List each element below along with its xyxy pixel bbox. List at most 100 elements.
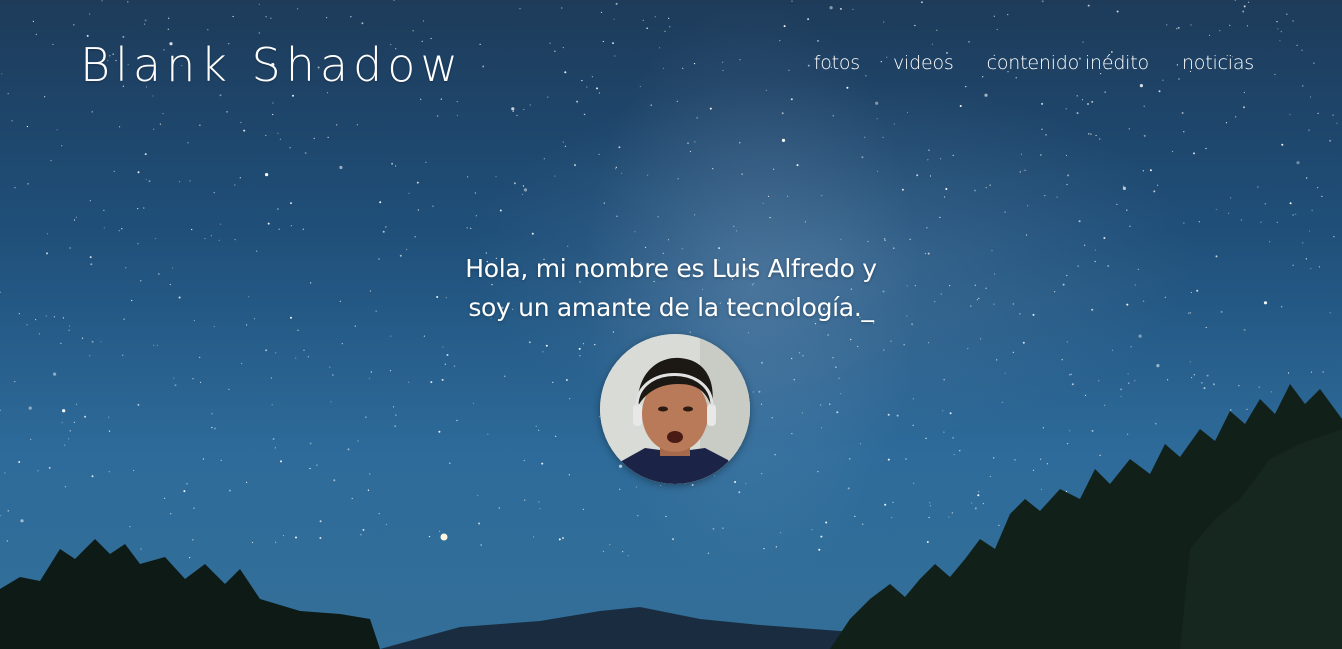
star — [524, 499, 526, 501]
star — [1098, 380, 1100, 382]
star — [75, 216, 77, 218]
star — [712, 527, 715, 530]
star — [1234, 0, 1236, 1]
star — [1230, 197, 1232, 199]
star — [779, 532, 782, 534]
star — [1313, 62, 1315, 64]
star — [668, 17, 670, 19]
star — [912, 398, 914, 400]
star — [432, 205, 434, 207]
nav-link-videos[interactable]: videos — [893, 52, 954, 74]
star — [791, 433, 793, 435]
star — [622, 551, 624, 553]
star — [982, 76, 984, 78]
star — [1243, 91, 1245, 94]
star — [394, 425, 396, 427]
star — [1270, 455, 1272, 457]
star — [654, 16, 656, 18]
star — [523, 108, 525, 111]
star — [200, 381, 202, 383]
star — [884, 238, 886, 240]
star — [113, 170, 115, 172]
star — [538, 429, 540, 431]
star — [0, 515, 1, 517]
star — [1223, 508, 1225, 510]
star — [1258, 386, 1260, 388]
star — [1105, 519, 1107, 521]
star — [1195, 498, 1197, 500]
star — [582, 343, 585, 345]
star — [1243, 555, 1245, 557]
star — [707, 552, 710, 554]
star — [119, 126, 121, 128]
star — [1230, 409, 1232, 411]
star — [939, 216, 941, 218]
star — [659, 47, 661, 49]
star — [295, 536, 297, 539]
star — [718, 247, 721, 250]
star — [840, 393, 842, 395]
star — [162, 113, 164, 115]
star — [466, 227, 468, 229]
star — [857, 345, 859, 348]
star — [1205, 147, 1207, 150]
star — [1066, 443, 1069, 445]
star — [891, 517, 893, 519]
star — [1242, 10, 1245, 13]
star — [326, 17, 328, 19]
star — [650, 104, 652, 106]
star — [1199, 510, 1202, 512]
star — [277, 132, 279, 134]
star — [1014, 459, 1016, 461]
nav-link-fotos[interactable]: fotos — [814, 52, 860, 74]
star — [1183, 480, 1187, 484]
star — [4, 472, 6, 474]
star — [852, 8, 854, 10]
star — [1084, 244, 1086, 246]
star — [1322, 371, 1324, 373]
star — [127, 1, 129, 3]
star — [564, 71, 567, 74]
star — [598, 92, 601, 94]
star — [739, 59, 741, 61]
star — [267, 222, 270, 225]
star — [1069, 430, 1071, 432]
star — [143, 207, 145, 209]
star — [996, 28, 998, 31]
star — [616, 215, 618, 217]
star — [948, 516, 950, 518]
star — [735, 230, 738, 232]
star — [482, 65, 484, 67]
star — [89, 13, 91, 15]
star — [529, 104, 531, 106]
star — [745, 483, 747, 485]
star — [1301, 49, 1303, 51]
star — [279, 138, 281, 140]
star — [773, 168, 775, 170]
star — [1126, 209, 1128, 211]
star — [1237, 451, 1239, 453]
star — [1056, 196, 1058, 198]
star — [1116, 203, 1118, 205]
star — [554, 175, 556, 177]
star — [1084, 394, 1087, 396]
nav-link-contenido-inedito[interactable]: contenido inédito — [987, 52, 1150, 74]
star — [271, 404, 273, 406]
nav-link-noticias[interactable]: noticias — [1182, 52, 1254, 74]
site-logo[interactable]: Blank Shadow — [80, 38, 463, 92]
star — [854, 515, 856, 518]
star — [393, 0, 395, 1]
star — [1310, 371, 1313, 373]
star — [790, 98, 793, 101]
star — [199, 124, 201, 126]
star — [361, 22, 364, 25]
star — [817, 471, 819, 473]
star — [275, 541, 277, 543]
star — [928, 149, 930, 151]
star — [582, 508, 585, 510]
star — [1041, 0, 1044, 3]
star — [86, 34, 89, 37]
star — [531, 232, 534, 235]
star — [290, 225, 292, 227]
star — [850, 338, 852, 341]
